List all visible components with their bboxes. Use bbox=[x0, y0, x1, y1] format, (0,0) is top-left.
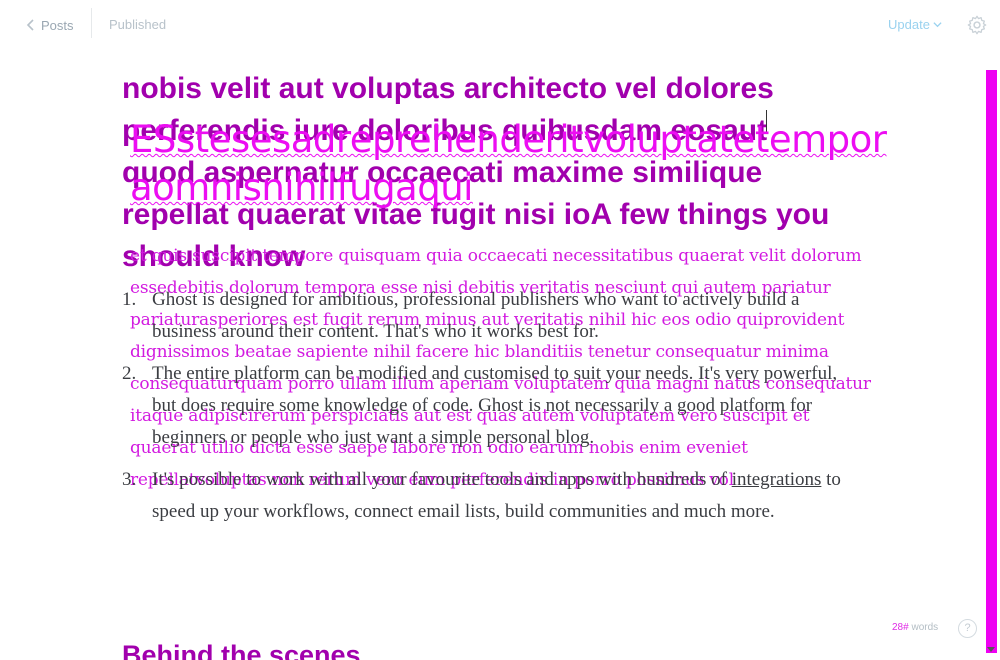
scroll-down-arrow[interactable] bbox=[987, 647, 995, 652]
list-item[interactable]: 1. Ghost is designed for ambitious, prof… bbox=[122, 284, 842, 348]
help-icon[interactable]: ? bbox=[958, 619, 977, 638]
word-count-label: words bbox=[911, 622, 939, 633]
chevron-down-icon bbox=[933, 22, 942, 28]
list-item[interactable]: 2. The entire platform can be modified a… bbox=[122, 358, 842, 454]
back-label: Posts bbox=[41, 17, 74, 33]
list-item-text-before: It's possible to work with all your favo… bbox=[152, 469, 732, 490]
list-item-text: Ghost is designed for ambitious, profess… bbox=[152, 289, 800, 342]
update-label: Update bbox=[888, 17, 930, 32]
post-status: Published bbox=[109, 17, 167, 32]
list-number: 1. bbox=[122, 289, 137, 310]
list-item[interactable]: 3. It's possible to work with all your f… bbox=[122, 464, 842, 528]
word-count-number: 28# bbox=[892, 622, 909, 633]
section-heading[interactable]: Behind the scenes bbox=[122, 640, 361, 660]
injected-title-text: ESstesesadreprehenderitvoluptatetemporao… bbox=[130, 118, 887, 209]
editor-toolbar: Posts Published Update bbox=[0, 0, 1000, 50]
word-count: 28# words bbox=[892, 622, 938, 633]
scrollbar-thumb[interactable] bbox=[986, 70, 997, 653]
update-button[interactable]: Update bbox=[888, 17, 942, 32]
list-item-text: The entire platform can be modified and … bbox=[152, 363, 838, 448]
post-body-list[interactable]: 1. Ghost is designed for ambitious, prof… bbox=[122, 284, 842, 538]
integrations-link[interactable]: integrations bbox=[732, 469, 822, 490]
list-number: 2. bbox=[122, 363, 137, 384]
gear-icon[interactable] bbox=[966, 14, 988, 36]
chevron-left-icon bbox=[26, 19, 34, 31]
toolbar-divider bbox=[91, 8, 92, 38]
post-editor[interactable]: nobis velit aut voluptas architecto vel … bbox=[0, 50, 1000, 660]
list-number: 3. bbox=[122, 469, 137, 490]
back-to-posts-link[interactable]: Posts bbox=[26, 15, 74, 35]
